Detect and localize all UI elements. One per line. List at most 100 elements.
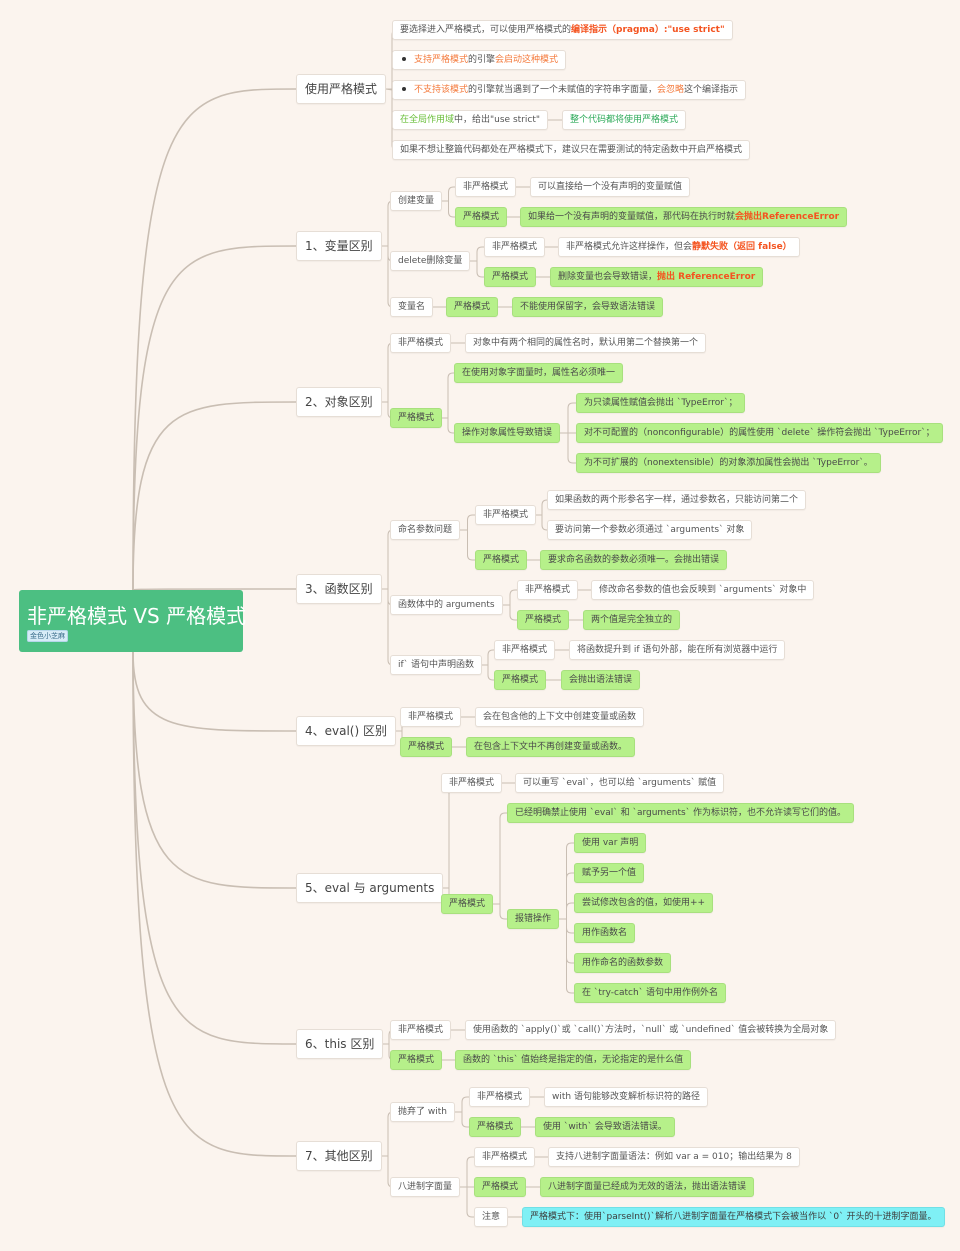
topic-node[interactable]: 如果函数的两个形参名字一样，通过参数名，只能访问第二个 xyxy=(547,490,807,510)
topic-node[interactable]: 非严格模式 xyxy=(484,237,546,257)
note-node[interactable]: 严格模式下：使用`parseInt()`解析八进制字面量在严格模式下会被当作以 … xyxy=(522,1207,945,1227)
strict-mode-node[interactable]: 用作函数名 xyxy=(574,923,636,943)
topic-node[interactable]: 对象中有两个相同的属性名时，默认用第二个替换第一个 xyxy=(465,333,707,353)
strict-mode-node[interactable]: 赋予另一个值 xyxy=(574,863,645,883)
topic-node[interactable]: 命名参数问题 xyxy=(390,520,461,540)
strict-mode-node[interactable]: 不能使用保留字，会导致语法错误 xyxy=(512,297,664,317)
topic-node[interactable]: with 语句能够改变解析标识符的路径 xyxy=(544,1087,708,1107)
topic-node[interactable]: 非严格模式 xyxy=(469,1087,531,1107)
topic-node[interactable]: 要选择进入严格模式，可以使用严格模式的编译指示（pragma）:"use str… xyxy=(392,20,733,40)
branch-topic[interactable]: 3、函数区别 xyxy=(296,574,382,604)
strict-mode-node[interactable]: 为只读属性赋值会抛出 `TypeError`； xyxy=(576,393,746,413)
strict-mode-node[interactable]: 严格模式 xyxy=(517,610,570,630)
topic-node[interactable]: if` 语句中声明函数 xyxy=(390,655,483,675)
strict-mode-node[interactable]: 用作命名的函数参数 xyxy=(574,953,672,973)
topic-node[interactable]: 八进制字面量 xyxy=(390,1177,461,1197)
node-text: 注意 xyxy=(482,1212,501,1222)
connector-b2 xyxy=(132,401,297,591)
node-text-segment: 非严格模式允许这样操作，但会 xyxy=(566,242,693,252)
topic-node[interactable]: 可以重写 `eval`，也可以给 `arguments` 赋值 xyxy=(515,773,725,793)
strict-mode-node[interactable]: 严格模式 xyxy=(455,207,508,227)
strict-mode-node[interactable]: 在使用对象字面量时，属性名必须唯一 xyxy=(454,363,624,383)
topic-node[interactable]: 非严格模式 xyxy=(517,580,579,600)
node-text: 使用函数的 `apply()`或 `call()`方法时，`null` 或 `u… xyxy=(473,1025,829,1035)
topic-node[interactable]: 将函数提升到 if 语句外部，能在所有浏览器中运行 xyxy=(569,640,786,660)
topic-node[interactable]: 整个代码都将使用严格模式 xyxy=(562,110,687,130)
topic-node[interactable]: 非严格模式允许这样操作，但会静默失败（返回 false） xyxy=(558,237,800,257)
strict-mode-node[interactable]: 严格模式 xyxy=(475,550,528,570)
topic-node[interactable]: 支持八进制字面量语法：例如 var a = 010；输出结果为 8 xyxy=(548,1147,800,1167)
connector-b1a1 xyxy=(442,186,455,202)
strict-mode-node[interactable]: 对不可配置的（nonconfigurable）的属性使用 `delete` 操作… xyxy=(576,423,943,443)
strict-mode-node[interactable]: 严格模式 xyxy=(484,267,537,287)
topic-node[interactable]: 抛弃了 with xyxy=(390,1102,455,1122)
topic-node[interactable]: 非严格模式 xyxy=(441,773,503,793)
topic-node[interactable]: 不支持该模式的引擎就当遇到了一个未赋值的字符串字面量，会忽略这个编译指示 xyxy=(392,80,747,100)
topic-node[interactable]: 非严格模式 xyxy=(494,640,556,660)
strict-mode-node[interactable]: 使用 var 声明 xyxy=(574,833,647,853)
topic-node[interactable]: 非严格模式 xyxy=(400,707,462,727)
topic-node[interactable]: 使用函数的 `apply()`或 `call()`方法时，`null` 或 `u… xyxy=(465,1020,837,1040)
node-text: 函数的 `this` 值始终是指定的值，无论指定的是什么值 xyxy=(463,1055,684,1065)
strict-mode-node[interactable]: 八进制字面量已经成为无效的语法，抛出语法错误 xyxy=(540,1177,755,1197)
strict-mode-node[interactable]: 严格模式 xyxy=(390,1050,443,1070)
topic-node[interactable]: 非严格模式 xyxy=(455,177,517,197)
topic-node[interactable]: 创建变量 xyxy=(390,191,443,211)
node-text: 修改命名参数的值也会反映到 `arguments` 对象中 xyxy=(599,585,807,595)
topic-node[interactable]: 支持严格模式的引擎会启动这种模式 xyxy=(392,50,567,70)
topic-node[interactable]: 非严格模式 xyxy=(474,1147,536,1167)
strict-mode-node[interactable]: 严格模式 xyxy=(469,1117,522,1137)
strict-mode-node[interactable]: 尝试修改包含的值，如使用++ xyxy=(574,893,714,913)
strict-mode-node[interactable]: 两个值是完全独立的 xyxy=(583,610,681,630)
topic-node[interactable]: 如果不想让整篇代码都处在严格模式下，建议只在需要测试的特定函数中开启严格模式 xyxy=(392,140,751,160)
node-text: 7、其他区别 xyxy=(305,1149,373,1163)
root-topic[interactable]: 非严格模式 VS 严格模式 金色小芝麻 xyxy=(19,590,246,652)
strict-mode-node[interactable]: 在包含上下文中不再创建变量或函数。 xyxy=(466,737,636,757)
connector-b7a2 xyxy=(455,1111,469,1128)
node-text: 将函数提升到 if 语句外部，能在所有浏览器中运行 xyxy=(577,645,778,655)
strict-mode-node[interactable]: 要求命名函数的参数必须唯一。会抛出错误 xyxy=(540,550,728,570)
branch-topic[interactable]: 7、其他区别 xyxy=(296,1141,382,1171)
branch-topic[interactable]: 5、eval 与 arguments xyxy=(296,873,444,903)
strict-mode-node[interactable]: 严格模式 xyxy=(494,670,547,690)
strict-mode-node[interactable]: 严格模式 xyxy=(446,297,499,317)
strict-mode-node[interactable]: 在 `try-catch` 语句中用作例外名 xyxy=(574,983,727,1003)
strict-mode-node[interactable]: 严格模式 xyxy=(441,894,494,914)
topic-node[interactable]: delete删除变量 xyxy=(390,251,471,271)
strict-mode-node[interactable]: 函数的 `this` 值始终是指定的值，无论指定的是什么值 xyxy=(455,1050,692,1070)
topic-node[interactable]: 会在包含他的上下文中创建变量或函数 xyxy=(475,707,645,727)
strict-mode-node[interactable]: 如果给一个没有声明的变量赋值，那代码在执行时就会抛出ReferenceError xyxy=(520,207,848,227)
topic-node[interactable]: 非严格模式 xyxy=(390,1020,452,1040)
topic-node[interactable]: 变量名 xyxy=(390,297,434,317)
topic-node[interactable]: 要访问第一个参数必须通过 `arguments` 对象 xyxy=(547,520,753,540)
connector-b5b1 xyxy=(493,812,507,905)
topic-node[interactable]: 函数体中的 arguments xyxy=(390,595,503,615)
strict-mode-node[interactable]: 操作对象属性导致错误 xyxy=(454,423,561,443)
strict-mode-node[interactable]: 严格模式 xyxy=(390,408,443,428)
topic-node[interactable]: 非严格模式 xyxy=(475,505,537,525)
strict-mode-node[interactable]: 删除变量也会导致错误，抛出 ReferenceError xyxy=(550,267,764,287)
node-text: 严格模式 xyxy=(492,272,529,282)
topic-node[interactable]: 可以直接给一个没有声明的变量赋值 xyxy=(530,177,691,197)
topic-node[interactable]: 非严格模式 xyxy=(390,333,452,353)
branch-topic[interactable]: 6、this 区别 xyxy=(296,1029,384,1059)
branch-topic[interactable]: 2、对象区别 xyxy=(296,387,382,417)
node-text: 非严格模式 xyxy=(463,182,509,192)
topic-node[interactable]: 修改命名参数的值也会反映到 `arguments` 对象中 xyxy=(591,580,815,600)
strict-mode-node[interactable]: 严格模式 xyxy=(400,737,453,757)
branch-topic[interactable]: 4、eval() 区别 xyxy=(296,716,396,746)
topic-node[interactable]: 注意 xyxy=(474,1207,509,1227)
node-text: 严格模式 xyxy=(502,675,539,685)
strict-mode-node[interactable]: 使用 `with` 会导致语法错误。 xyxy=(535,1117,675,1137)
node-text: delete删除变量 xyxy=(398,256,463,266)
strict-mode-node[interactable]: 严格模式 xyxy=(474,1177,527,1197)
node-text: 严格模式 xyxy=(398,1055,435,1065)
strict-mode-node[interactable]: 为不可扩展的（nonextensible）的对象添加属性会抛出 `TypeErr… xyxy=(576,453,881,473)
strict-mode-node[interactable]: 已经明确禁止使用 `eval` 和 `arguments` 作为标识符，也不允许… xyxy=(507,803,855,823)
strict-mode-node[interactable]: 报错操作 xyxy=(507,909,560,929)
topic-node[interactable]: 在全局作用域中，给出"use strict" xyxy=(392,110,548,130)
connector-b5 xyxy=(132,651,297,889)
strict-mode-node[interactable]: 会抛出语法错误 xyxy=(561,670,641,690)
branch-topic[interactable]: 1、变量区别 xyxy=(296,231,382,261)
branch-topic[interactable]: 使用严格模式 xyxy=(296,74,387,104)
